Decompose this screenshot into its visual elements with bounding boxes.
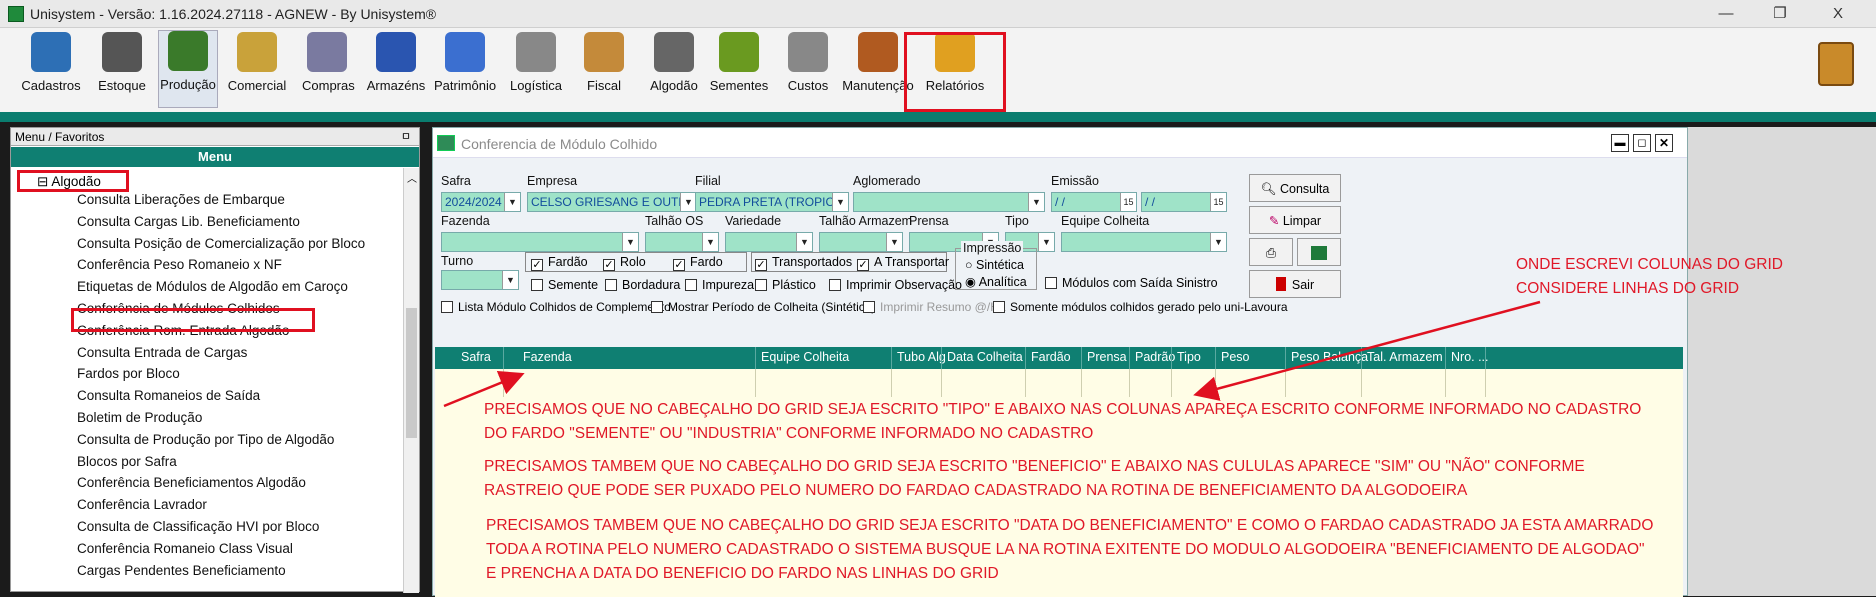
arrow-to-grid xyxy=(1193,300,1541,401)
arrow-to-fazenda xyxy=(443,370,525,408)
annotation-arrows xyxy=(443,300,1541,408)
